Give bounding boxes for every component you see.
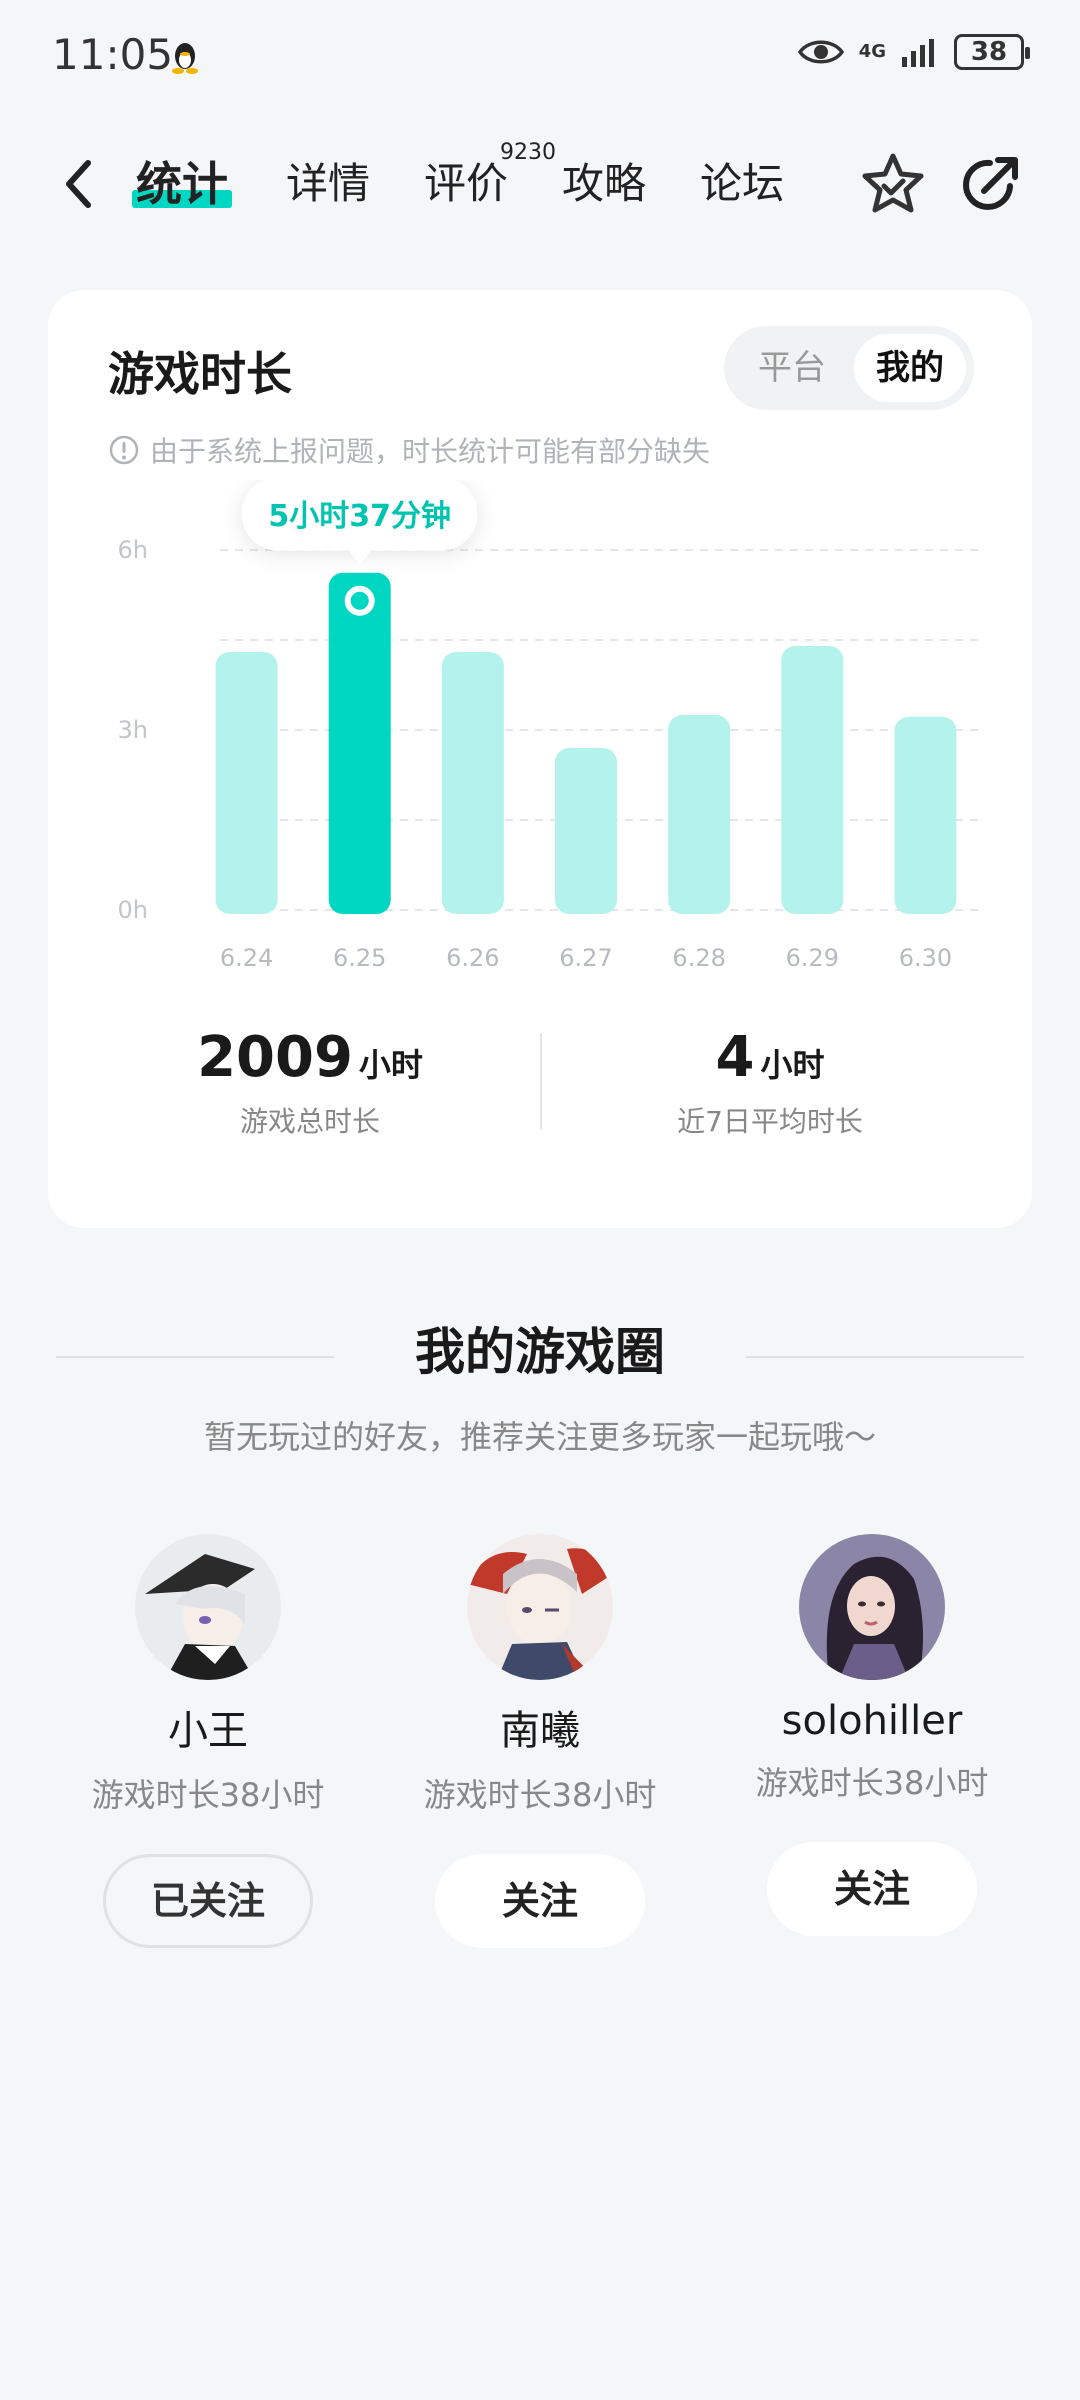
toggle-platform[interactable]: 平台 xyxy=(736,334,848,402)
avatar[interactable] xyxy=(799,1534,945,1680)
player-card: solohiller 游戏时长38小时 关注 xyxy=(706,1530,1038,1936)
eye-icon xyxy=(797,40,844,64)
stats-divider xyxy=(540,1033,542,1129)
game-circle-header: 我的游戏圈 xyxy=(56,1300,1024,1381)
divider-right xyxy=(746,1356,1024,1358)
reviews-count-badge: 9230 xyxy=(500,140,556,165)
chart-bar xyxy=(441,652,504,914)
x-tick-label: 6.26 xyxy=(446,944,499,972)
avatar[interactable] xyxy=(467,1534,613,1680)
favorite-button[interactable] xyxy=(858,150,928,220)
share-icon xyxy=(963,157,1018,210)
x-tick-label: 6.29 xyxy=(786,944,839,972)
game-circle-subtitle: 暂无玩过的好友，推荐关注更多玩家一起玩哦～ xyxy=(203,1418,876,1456)
status-time: 11:05 xyxy=(52,30,174,79)
source-toggle: 平台 我的 xyxy=(724,326,974,410)
avatar[interactable] xyxy=(135,1534,281,1680)
y-tick-label: 0h xyxy=(118,896,148,924)
chart-bar xyxy=(668,715,731,914)
x-tick-label: 6.28 xyxy=(672,944,725,972)
follow-button[interactable]: 关注 xyxy=(767,1842,977,1936)
chart-bar xyxy=(555,748,617,914)
total-playtime-label: 游戏总时长 xyxy=(239,1105,380,1138)
y-tick-label: 6h xyxy=(118,536,148,564)
network-label: 4G xyxy=(858,41,886,62)
tooltip-pointer xyxy=(347,549,372,565)
x-tick-label: 6.27 xyxy=(559,944,612,972)
player-name: 小王 xyxy=(168,1708,248,1754)
y-tick-label: 3h xyxy=(118,716,148,744)
back-button[interactable] xyxy=(50,152,106,216)
x-tick-label: 6.24 xyxy=(220,944,273,972)
chart-bar xyxy=(215,652,278,914)
playtime-summary: 2009 小时 游戏总时长 4 小时 近7日平均时长 xyxy=(48,1025,1032,1155)
average-playtime: 4 小时 近7日平均时长 xyxy=(560,1025,980,1140)
player-card: 南曦 游戏时长38小时 关注 xyxy=(374,1530,706,1948)
x-tick-label: 6.30 xyxy=(899,944,952,972)
total-playtime-unit: 小时 xyxy=(358,1046,423,1084)
battery-indicator: 38 xyxy=(954,34,1030,70)
average-playtime-unit: 小时 xyxy=(760,1046,825,1084)
tab-forum[interactable]: 论坛 xyxy=(700,154,784,214)
top-nav: 统计 详情 评价 9230 攻略 论坛 xyxy=(0,130,1080,240)
total-playtime: 2009 小时 游戏总时长 xyxy=(100,1025,520,1140)
qq-penguin-icon xyxy=(172,43,198,74)
info-icon xyxy=(109,435,139,465)
average-playtime-label: 近7日平均时长 xyxy=(677,1105,863,1138)
total-playtime-value: 2009 xyxy=(197,1025,353,1090)
chart-bar xyxy=(328,572,391,914)
x-tick-label: 6.25 xyxy=(333,944,386,972)
tab-guides[interactable]: 攻略 xyxy=(562,154,646,214)
player-playtime: 游戏时长38小时 xyxy=(423,1776,657,1814)
player-playtime: 游戏时长38小时 xyxy=(755,1764,989,1802)
toggle-mine[interactable]: 我的 xyxy=(854,334,966,402)
player-card: 小王 游戏时长38小时 已关注 xyxy=(42,1530,374,1948)
signal-icon xyxy=(902,39,934,67)
tooltip-text: 5小时37分钟 xyxy=(268,499,451,534)
tab-stats[interactable]: 统计 xyxy=(132,154,232,214)
avatar-image xyxy=(135,1534,281,1680)
tab-reviews[interactable]: 评价 xyxy=(424,154,508,214)
recommended-players: 小王 游戏时长38小时 已关注 南曦 游戏时长38小时 关注 solohille… xyxy=(0,1530,1080,1960)
tab-details[interactable]: 详情 xyxy=(286,154,370,214)
game-circle-title: 我的游戏圈 xyxy=(415,1323,665,1381)
playtime-bar-chart: 0h 3h 6h 6.24 6.25 5小时37分钟 6.26 6.27 6.28 6.29 6.3… xyxy=(118,480,978,972)
status-bar: 11:05 4G 38 xyxy=(0,0,1080,110)
player-name: solohiller xyxy=(781,1698,963,1744)
playtime-card: 游戏时长 平台 我的 由于系统上报问题，时长统计可能有部分缺失 0h 3h 6h 6.… xyxy=(48,290,1032,1228)
avatar-image xyxy=(467,1534,613,1680)
notice-text: 由于系统上报问题，时长统计可能有部分缺失 xyxy=(150,435,711,468)
player-name: 南曦 xyxy=(500,1708,580,1754)
avatar-image xyxy=(799,1534,945,1680)
average-playtime-value: 4 xyxy=(715,1025,755,1090)
followed-button[interactable]: 已关注 xyxy=(103,1854,313,1948)
share-button[interactable] xyxy=(956,150,1026,220)
data-notice: 由于系统上报问题，时长统计可能有部分缺失 xyxy=(108,430,710,470)
chart-bar xyxy=(894,716,957,914)
chart-bar xyxy=(781,646,844,914)
star-check-icon xyxy=(862,153,924,213)
follow-button[interactable]: 关注 xyxy=(435,1854,645,1948)
battery-level: 38 xyxy=(970,37,1008,67)
playtime-title: 游戏时长 xyxy=(108,347,292,401)
back-arrow-icon xyxy=(66,160,91,208)
player-playtime: 游戏时长38小时 xyxy=(91,1776,325,1814)
